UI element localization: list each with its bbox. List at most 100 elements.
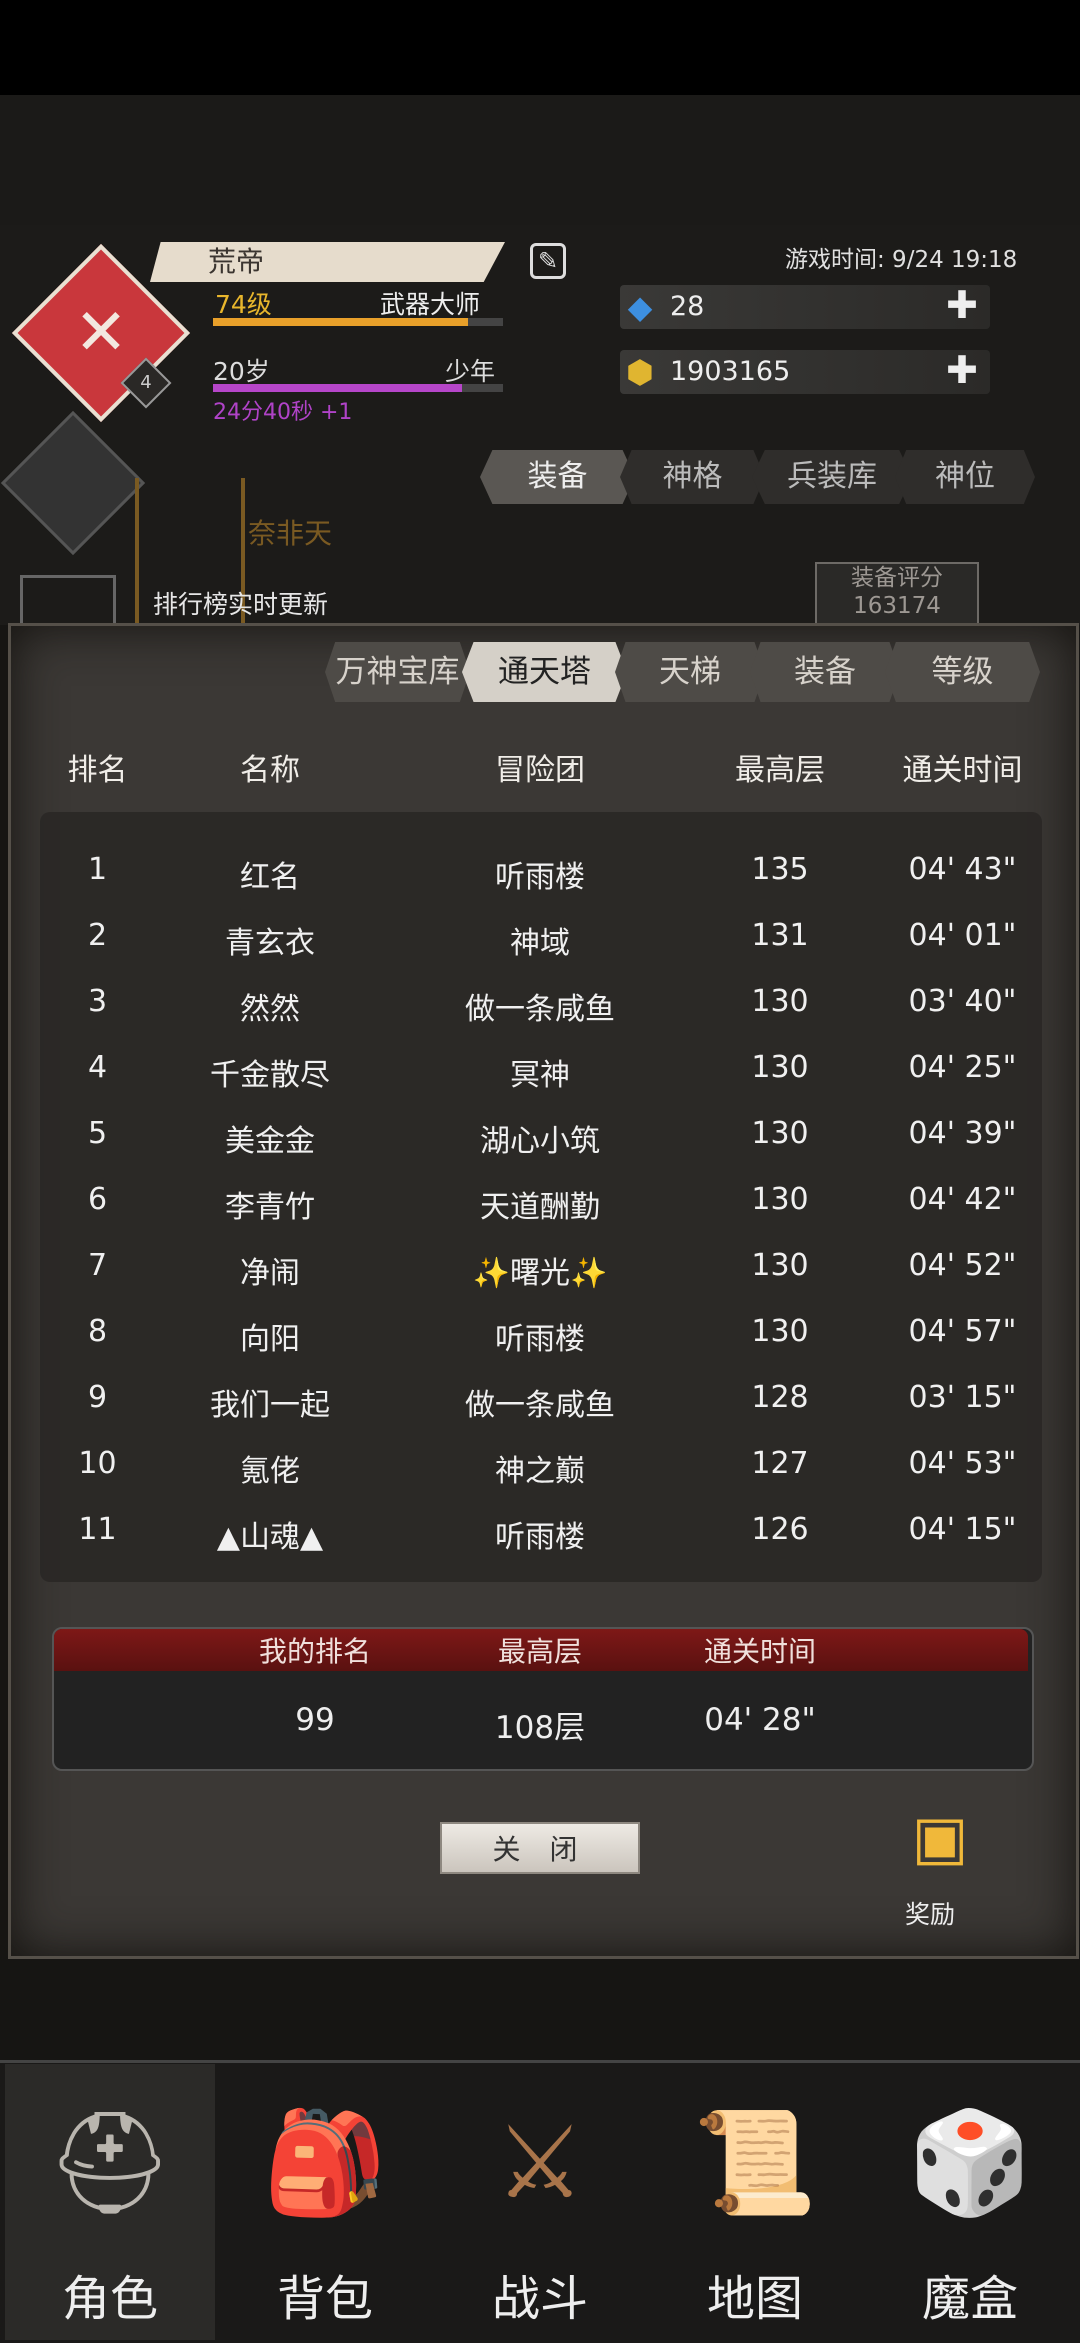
cell-floor: 130 <box>751 1050 809 1085</box>
header-name: 名称 <box>240 753 300 788</box>
magic-cube-icon: 🎲 <box>907 2104 1033 2221</box>
cell-guild: 听雨楼 <box>495 1520 585 1555</box>
cell-time: 04' 52" <box>908 1248 1017 1283</box>
nav-map[interactable]: 📜 地图 <box>650 2064 860 2340</box>
cell-rank: 8 <box>87 1314 108 1349</box>
tab-level-rank[interactable]: 等级 <box>885 642 1040 702</box>
cell-floor: 127 <box>751 1446 809 1481</box>
tab-pantheon-vault[interactable]: 万神宝库 <box>325 642 470 702</box>
game-time: 游戏时间: 9/24 19:18 <box>785 247 1018 273</box>
rank-note: 排行榜实时更新 <box>153 590 329 619</box>
tab-equipment[interactable]: 装备 <box>480 450 635 504</box>
close-button[interactable]: 关 闭 <box>440 1822 640 1874</box>
cell-guild: 神之巅 <box>495 1454 585 1489</box>
nav-backpack[interactable]: 🎒 背包 <box>220 2064 430 2340</box>
cell-floor: 135 <box>751 852 809 887</box>
reward-label: 奖励 <box>905 1900 956 1929</box>
cell-rank: 2 <box>87 918 108 953</box>
character-name: 奈非天 <box>248 517 333 550</box>
cell-guild: 天道酬勤 <box>480 1190 600 1225</box>
cell-time: 04' 53" <box>908 1446 1017 1481</box>
backpack-icon: 🎒 <box>262 2104 388 2221</box>
add-gold-button[interactable]: ✚ <box>946 350 978 390</box>
player-stage: 少年 <box>445 357 496 386</box>
cell-time: 03' 40" <box>908 984 1017 1019</box>
equipment-score: 装备评分 163174 <box>815 562 979 626</box>
tab-tower[interactable]: 通天塔 <box>462 642 627 702</box>
top-shade <box>0 95 1080 225</box>
cell-time: 04' 57" <box>908 1314 1017 1349</box>
cell-time: 04' 15" <box>908 1512 1017 1547</box>
tab-ladder[interactable]: 天梯 <box>615 642 765 702</box>
cell-floor: 130 <box>751 1116 809 1151</box>
cell-name: 净闹 <box>240 1256 300 1291</box>
cell-guild: 冥神 <box>510 1058 570 1093</box>
cell-name: ▲山魂▲ <box>216 1520 324 1555</box>
cell-name: 红名 <box>240 860 300 895</box>
cell-guild: 湖心小筑 <box>480 1124 600 1159</box>
helmet-icon: ⛑ <box>46 2104 174 2221</box>
nav-magic-box[interactable]: 🎲 魔盒 <box>865 2064 1075 2340</box>
player-title: 武器大师 <box>380 290 481 319</box>
treasure-chest-icon[interactable]: ▣ <box>890 1790 990 1886</box>
tab-god-seat[interactable]: 神位 <box>895 450 1035 504</box>
blue-gem-icon: ◆ <box>627 288 653 326</box>
gem-currency: ◆ 28 ✚ <box>620 285 990 329</box>
cell-guild: 做一条咸鱼 <box>465 1388 615 1423</box>
cell-rank: 4 <box>87 1050 108 1085</box>
cell-name: 我们一起 <box>210 1388 330 1423</box>
cell-guild: ✨曙光✨ <box>472 1256 608 1291</box>
cell-guild: 神域 <box>510 926 570 961</box>
nav-character[interactable]: ⛑ 角色 <box>5 2064 215 2340</box>
cell-time: 04' 43" <box>908 852 1017 887</box>
header-floor: 最高层 <box>735 753 825 788</box>
cell-time: 03' 15" <box>908 1380 1017 1415</box>
cell-floor: 128 <box>751 1380 809 1415</box>
cell-rank: 11 <box>78 1512 117 1547</box>
exp-bar <box>213 318 503 326</box>
player-level: 74级 <box>215 290 272 319</box>
tab-armory[interactable]: 兵装库 <box>752 450 912 504</box>
status-bar <box>0 0 1080 95</box>
cell-name: 然然 <box>240 992 300 1027</box>
my-rank-header-floor: 最高层 <box>497 1635 582 1668</box>
mail-icon[interactable] <box>20 575 116 623</box>
age-timer: 24分40秒 +1 <box>213 400 353 425</box>
my-floor-value: 108层 <box>494 1710 586 1746</box>
gold-currency: ⬢ 1903165 ✚ <box>620 350 990 394</box>
header-rank: 排名 <box>67 753 128 788</box>
cell-name: 氪佬 <box>240 1454 300 1489</box>
cell-guild: 做一条咸鱼 <box>465 992 615 1027</box>
cell-rank: 3 <box>87 984 108 1019</box>
cell-floor: 130 <box>751 1182 809 1217</box>
cell-name: 李青竹 <box>225 1190 315 1225</box>
cell-guild: 听雨楼 <box>495 860 585 895</box>
cell-time: 04' 39" <box>908 1116 1017 1151</box>
cell-rank: 5 <box>87 1116 108 1151</box>
player-name: 荒帝 <box>150 242 505 282</box>
sword-shield-icon: ⚔ <box>495 2104 585 2221</box>
cell-time: 04' 01" <box>908 918 1017 953</box>
age-bar <box>213 384 503 392</box>
cell-floor: 130 <box>751 984 809 1019</box>
cell-rank: 1 <box>87 852 108 887</box>
edit-icon[interactable]: ✎ <box>530 243 566 279</box>
cell-floor: 130 <box>751 1248 809 1283</box>
my-rank-header-rank: 我的排名 <box>258 1635 371 1668</box>
cell-floor: 126 <box>751 1512 809 1547</box>
cell-name: 青玄衣 <box>225 926 315 961</box>
tab-divinity[interactable]: 神格 <box>620 450 765 504</box>
add-gems-button[interactable]: ✚ <box>946 285 978 325</box>
cell-name: 千金散尽 <box>210 1058 330 1093</box>
cell-guild: 听雨楼 <box>495 1322 585 1357</box>
scroll-map-icon: 📜 <box>692 2104 818 2221</box>
tab-gear-rank[interactable]: 装备 <box>750 642 900 702</box>
cell-time: 04' 42" <box>908 1182 1017 1217</box>
nav-battle[interactable]: ⚔ 战斗 <box>435 2064 645 2340</box>
cell-rank: 10 <box>78 1446 117 1481</box>
cell-time: 04' 25" <box>908 1050 1017 1085</box>
cell-rank: 9 <box>87 1380 108 1415</box>
header-time: 通关时间 <box>902 753 1023 788</box>
my-time-value: 04' 28" <box>704 1702 816 1738</box>
header-guild: 冒险团 <box>495 753 585 788</box>
